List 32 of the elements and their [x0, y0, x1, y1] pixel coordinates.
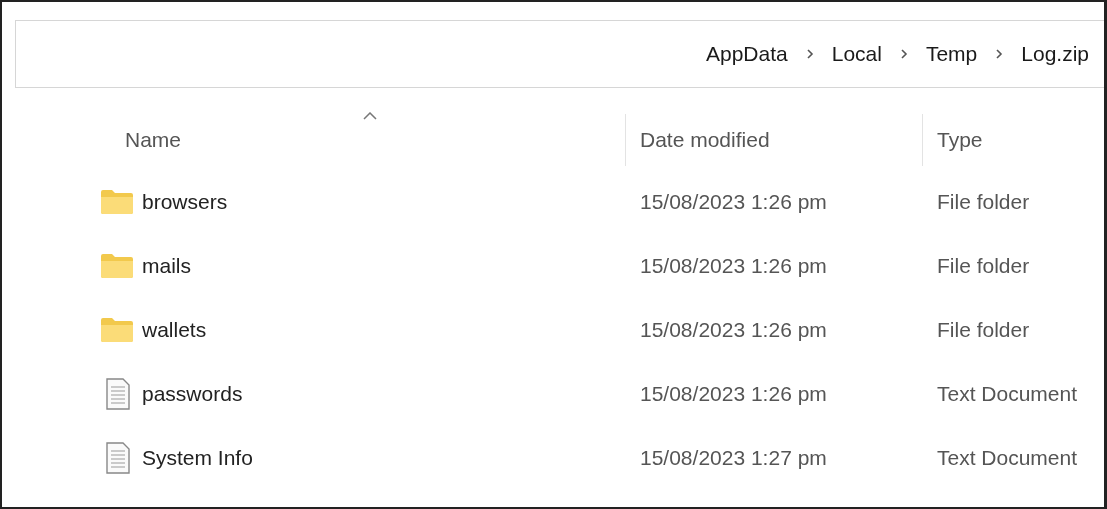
file-name[interactable]: browsers: [142, 190, 228, 214]
date-modified-cell-text: 15/08/2023 1:26 pm: [639, 318, 828, 342]
column-header[interactable]: Name: [100, 110, 625, 170]
file-name[interactable]: mails: [142, 254, 191, 278]
column-header[interactable]: Type: [922, 114, 1104, 166]
breadcrumb-item[interactable]: AppData: [706, 42, 788, 66]
file-name[interactable]: wallets: [142, 318, 207, 342]
breadcrumb-item[interactable]: Local: [831, 42, 882, 66]
document-icon: [105, 378, 131, 410]
folder-icon: [100, 189, 134, 215]
column-header[interactable]: Date modified: [625, 114, 922, 166]
date-modified-cell-text: 15/08/2023 1:26 pm: [639, 190, 828, 214]
file-type-cell-text: File folder: [936, 190, 1031, 214]
folder-icon: [100, 317, 134, 343]
date-modified-cell-text: 15/08/2023 1:26 pm: [639, 254, 828, 278]
breadcrumb-item[interactable]: Log.zip: [1021, 42, 1089, 66]
file-type-cell-text: File folder: [936, 254, 1031, 278]
chevron-icon: [805, 48, 814, 60]
document-icon: [105, 442, 131, 474]
breadcrumb-item[interactable]: Temp: [925, 42, 978, 66]
file-name[interactable]: passwords: [142, 382, 243, 406]
chevron-icon: [995, 48, 1004, 60]
folder-icon: [100, 253, 134, 279]
address-bar[interactable]: AppData Local Temp Log.zip: [15, 20, 1104, 88]
file-type-cell-text: Text Document: [936, 382, 1079, 406]
chevron-icon: [899, 48, 908, 60]
file-name[interactable]: System Info: [142, 446, 253, 470]
sort-caret-icon: [362, 112, 377, 120]
date-modified-cell-text: 15/08/2023 1:27 pm: [639, 446, 828, 470]
date-modified-cell-text: 15/08/2023 1:26 pm: [639, 382, 828, 406]
file-type-cell-text: File folder: [936, 318, 1031, 342]
file-type-cell-text: Text Document: [936, 446, 1079, 470]
